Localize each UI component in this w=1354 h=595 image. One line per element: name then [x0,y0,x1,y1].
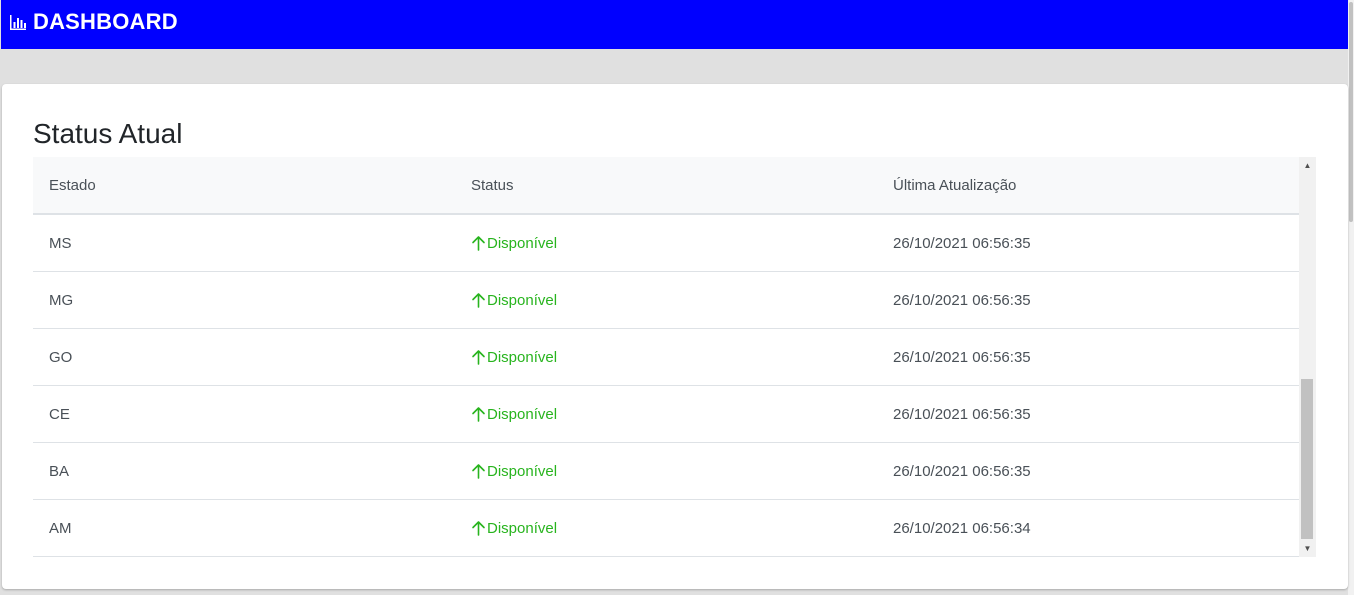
card-title: Status Atual [33,118,183,149]
status-label: Disponível [487,234,558,252]
status-table-container[interactable]: Estado Status Última Atualização MS Dispo… [33,157,1316,557]
cell-status: Disponível [455,328,877,386]
status-label: Disponível [487,462,558,480]
cell-estado: MG [33,271,455,329]
cell-status: Disponível [455,499,877,557]
cell-updated: 26/10/2021 06:56:35 [877,385,1299,443]
arrow-up-icon [472,521,485,536]
arrow-up-icon [472,350,485,365]
bar-chart-icon [10,15,26,30]
arrow-up-icon [472,407,485,422]
cell-estado: BA [33,442,455,500]
cell-updated: 26/10/2021 06:56:35 [877,442,1299,500]
status-table: Estado Status Última Atualização MS Dispo… [33,157,1299,557]
table-row: GO Disponível 26/10/2021 06:56:35 [33,328,1299,386]
arrow-up-icon [472,464,485,479]
status-label: Disponível [487,519,558,537]
cell-status: Disponível [455,271,877,329]
cell-estado: AM [33,499,455,557]
column-header-status: Status [455,157,877,215]
table-scrollbar-thumb[interactable] [1301,379,1313,539]
status-label: Disponível [487,348,558,366]
status-label: Disponível [487,291,558,309]
cell-updated: 26/10/2021 06:56:35 [877,328,1299,386]
status-indicator: Disponível [471,272,877,328]
cell-status: Disponível [455,385,877,443]
table-row: MG Disponível 26/10/2021 06:56:35 [33,271,1299,329]
cell-estado: MS [33,214,455,272]
cell-updated: 26/10/2021 06:56:34 [877,499,1299,557]
column-header-estado: Estado [33,157,455,215]
table-scrollbar[interactable]: ▲ ▼ [1299,157,1316,557]
scroll-up-arrow-icon[interactable]: ▲ [1299,157,1316,174]
arrow-up-icon [472,293,485,308]
table-header-row: Estado Status Última Atualização [33,157,1299,215]
status-indicator: Disponível [471,443,877,499]
scroll-down-arrow-icon[interactable]: ▼ [1299,540,1316,557]
column-header-updated: Última Atualização [877,157,1299,215]
page-scrollbar[interactable] [1348,0,1354,595]
table-row: CE Disponível 26/10/2021 06:56:35 [33,385,1299,443]
status-indicator: Disponível [471,500,877,556]
app-title[interactable]: DASHBOARD [33,9,178,35]
arrow-up-icon [472,236,485,251]
cell-estado: CE [33,385,455,443]
table-body: MS Disponível 26/10/2021 06:56:35 MG Disponí… [33,214,1299,557]
status-label: Disponível [487,405,558,423]
table-row: MS Disponível 26/10/2021 06:56:35 [33,214,1299,272]
status-indicator: Disponível [471,329,877,385]
status-indicator: Disponível [471,386,877,442]
cell-updated: 26/10/2021 06:56:35 [877,271,1299,329]
cell-status: Disponível [455,214,877,272]
page-scrollbar-thumb[interactable] [1349,2,1353,222]
top-navbar: DASHBOARD [1,0,1348,49]
status-indicator: Disponível [471,215,877,271]
status-card: Status Atual Estado Status Última Atuali… [2,84,1348,589]
cell-updated: 26/10/2021 06:56:35 [877,214,1299,272]
table-row: AM Disponível 26/10/2021 06:56:34 [33,499,1299,557]
cell-estado: GO [33,328,455,386]
table-row: BA Disponível 26/10/2021 06:56:35 [33,442,1299,500]
cell-status: Disponível [455,442,877,500]
